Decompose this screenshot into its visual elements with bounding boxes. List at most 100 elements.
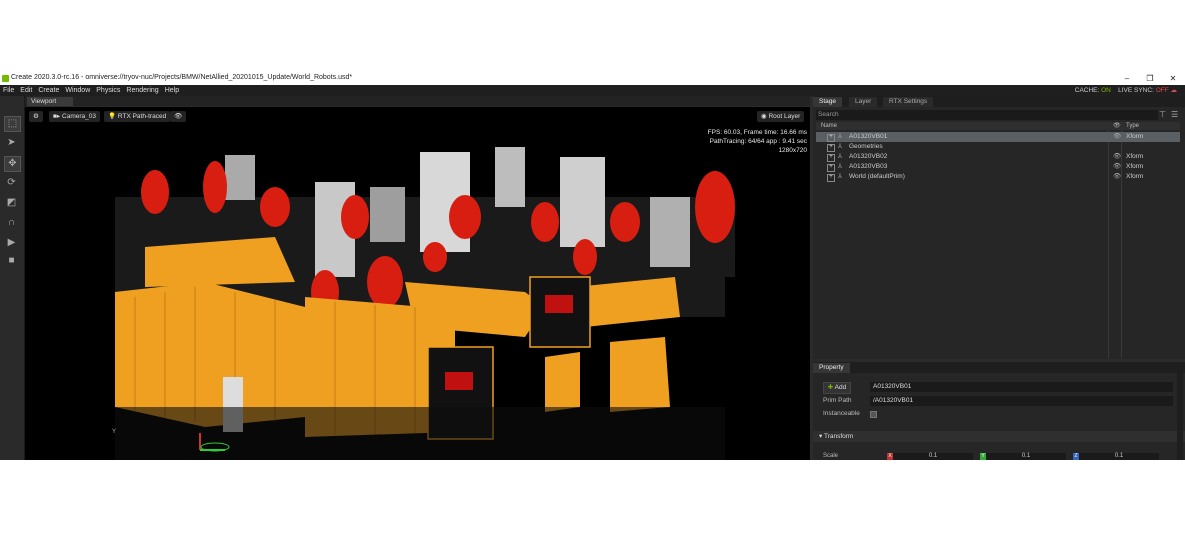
- tab-viewport[interactable]: Viewport: [27, 97, 73, 106]
- resolution-readout: 1280x720: [778, 147, 807, 154]
- transform-label: Transform: [823, 433, 854, 440]
- tab-rtx-settings[interactable]: RTX Settings: [883, 97, 934, 107]
- prim-name: Geometries: [849, 143, 883, 150]
- snap-magnet-icon[interactable]: ∩: [4, 216, 19, 230]
- collapse-arrow-icon: ▾: [819, 433, 823, 440]
- cache-status[interactable]: ON: [1101, 87, 1111, 94]
- menu-file[interactable]: File: [0, 85, 17, 96]
- pathtracing-readout: PathTracing: 64/64 app : 9.41 sec: [709, 138, 807, 145]
- scale-tool-icon[interactable]: ◩: [4, 196, 19, 210]
- tab-property[interactable]: Property: [813, 363, 850, 373]
- expand-icon[interactable]: +: [827, 164, 835, 172]
- filter-icon[interactable]: ⊤: [1159, 110, 1166, 119]
- menu-edit[interactable]: Edit: [17, 85, 35, 96]
- menu-window[interactable]: Window: [62, 85, 93, 96]
- expand-icon[interactable]: +: [827, 154, 835, 162]
- close-button[interactable]: ✕: [1163, 73, 1183, 84]
- prim-type: Xform: [1126, 153, 1144, 160]
- stage-row[interactable]: + ⅄ A01320VB03 👁 Xform: [816, 162, 1180, 172]
- layer-label: Root Layer: [768, 113, 801, 120]
- layer-selector[interactable]: ◉ Root Layer: [757, 111, 805, 122]
- property-scrollbar[interactable]: [1177, 373, 1183, 460]
- viewport-toolbar: ⚙ ■▸ Camera_03 💡 RTX Path-traced 👁 ◉ Roo…: [25, 107, 810, 124]
- menu-physics[interactable]: Physics: [93, 85, 123, 96]
- render-mode-selector[interactable]: 💡 RTX Path-traced: [104, 111, 171, 122]
- transform-section-header[interactable]: ▾ Transform: [813, 431, 1185, 442]
- xform-icon: ⅄: [838, 173, 842, 180]
- xform-icon: ⅄: [838, 143, 842, 150]
- factory-scene-render: [25, 124, 810, 460]
- viewport-settings-icon[interactable]: ⚙: [29, 111, 43, 122]
- live-sync-label: LIVE SYNC:: [1118, 87, 1154, 94]
- prim-name: A01320VB02: [849, 153, 888, 160]
- stage-row[interactable]: + ⅄ A01320VB02 👁 Xform: [816, 152, 1180, 162]
- stage-row[interactable]: + ⅄ A01320VB01 👁 Xform: [816, 132, 1180, 142]
- viewport-tab-bar: Viewport: [25, 96, 810, 106]
- menu-create[interactable]: Create: [35, 85, 62, 96]
- stage-row[interactable]: + ⅄ Geometries: [816, 142, 1180, 152]
- expand-icon[interactable]: +: [827, 134, 835, 142]
- render-mode-label: RTX Path-traced: [117, 113, 167, 120]
- stop-icon[interactable]: ■: [4, 254, 19, 268]
- stage-row[interactable]: + ⅄ World (defaultPrim) 👁 Xform: [816, 172, 1180, 182]
- tab-layer[interactable]: Layer: [849, 97, 878, 107]
- render-stats: FPS: 60.03, Frame time: 16.66 ms PathTra…: [708, 128, 807, 155]
- cache-label: CACHE:: [1074, 87, 1100, 94]
- xform-icon: ⅄: [838, 163, 842, 170]
- prim-name: A01320VB01: [849, 133, 888, 140]
- add-button[interactable]: ✚ Add: [823, 382, 851, 394]
- live-sync-status[interactable]: OFF: [1156, 87, 1169, 94]
- prim-path-field[interactable]: /A01320VB01: [870, 396, 1173, 406]
- options-icon[interactable]: ☰: [1171, 110, 1178, 119]
- expand-icon[interactable]: +: [827, 144, 835, 152]
- stage-panel: Search ⊤ ☰ Name 👁 Type + ⅄ A01320VB01 👁 …: [813, 107, 1185, 359]
- scale-y-field[interactable]: 0.1: [986, 453, 1066, 460]
- visibility-icon[interactable]: 👁: [1113, 152, 1121, 162]
- property-panel: ✚ Add A01320VB01 Prim Path /A01320VB01 I…: [813, 373, 1185, 460]
- fps-readout: FPS: 60.03, Frame time: 16.66 ms: [707, 129, 807, 136]
- maximize-button[interactable]: ❐: [1140, 73, 1160, 84]
- xform-icon: ⅄: [838, 153, 842, 160]
- column-visibility-icon[interactable]: 👁: [1113, 122, 1121, 130]
- instanceable-label: Instanceable: [823, 410, 860, 417]
- select-frame-icon[interactable]: ⬚: [4, 116, 21, 132]
- camera-selector[interactable]: ■▸ Camera_03: [49, 111, 100, 122]
- tab-stage[interactable]: Stage: [813, 97, 842, 107]
- cloud-icon[interactable]: ☁: [1171, 87, 1178, 94]
- prim-name-field[interactable]: A01320VB01: [870, 382, 1173, 392]
- prim-type: Xform: [1126, 173, 1144, 180]
- select-arrow-icon[interactable]: ➤: [4, 136, 19, 150]
- stage-tab-bar: Stage Layer RTX Settings: [813, 96, 1185, 107]
- move-tool-icon[interactable]: ✥: [4, 156, 21, 172]
- viewport[interactable]: ⚙ ■▸ Camera_03 💡 RTX Path-traced 👁 ◉ Roo…: [25, 107, 810, 460]
- visibility-icon[interactable]: 👁: [1113, 162, 1121, 172]
- minimize-button[interactable]: –: [1117, 73, 1137, 84]
- xform-icon: ⅄: [838, 133, 842, 140]
- visibility-icon[interactable]: 👁: [1113, 172, 1121, 182]
- camera-name: Camera_03: [62, 113, 96, 120]
- title-bar: Create 2020.3.0-rc.16 - omniverse://tryo…: [0, 72, 1185, 85]
- prim-type: Xform: [1126, 163, 1144, 170]
- menu-help[interactable]: Help: [162, 85, 182, 96]
- stage-search-input[interactable]: Search: [816, 110, 1158, 120]
- visibility-icon[interactable]: 👁: [1113, 132, 1121, 142]
- scale-label: Scale: [823, 453, 839, 459]
- column-type[interactable]: Type: [1126, 122, 1139, 130]
- camera-icon: ■▸: [53, 113, 61, 120]
- play-icon[interactable]: ▶: [4, 236, 19, 250]
- layers-icon: ◉: [761, 113, 767, 120]
- app-window: Create 2020.3.0-rc.16 - omniverse://tryo…: [0, 72, 1185, 460]
- window-title: Create 2020.3.0-rc.16 - omniverse://tryo…: [11, 74, 353, 81]
- visibility-eye-icon[interactable]: 👁: [170, 111, 187, 122]
- instanceable-checkbox[interactable]: [870, 411, 877, 418]
- menu-rendering[interactable]: Rendering: [123, 85, 161, 96]
- axis-gizmo-icon: [199, 433, 230, 452]
- axis-y-label: Y: [112, 429, 117, 435]
- column-name[interactable]: Name: [821, 122, 837, 130]
- expand-icon[interactable]: +: [827, 174, 835, 182]
- scale-z-field[interactable]: 0.1: [1079, 453, 1159, 460]
- prim-name: A01320VB03: [849, 163, 888, 170]
- rotate-tool-icon[interactable]: ⟳: [4, 176, 19, 190]
- scale-x-field[interactable]: 0.1: [893, 453, 973, 460]
- property-tab-bar: Property: [813, 362, 1185, 373]
